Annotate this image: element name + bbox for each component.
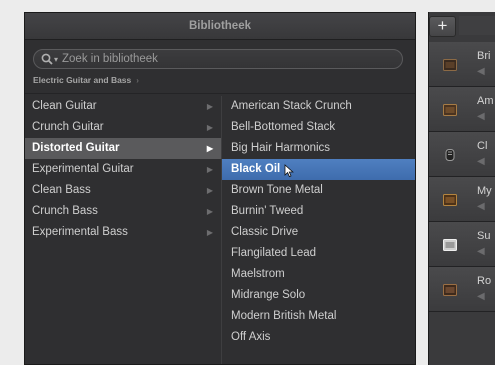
add-track-button[interactable]: +: [429, 16, 456, 37]
patch-item[interactable]: American Stack Crunch: [222, 96, 415, 117]
track-name: My: [477, 185, 492, 197]
tracks-header: [459, 16, 495, 35]
search-field[interactable]: ▾: [33, 49, 403, 69]
patch-item-selected[interactable]: Black Oil: [222, 159, 415, 180]
breadcrumb[interactable]: Electric Guitar and Bass ›: [33, 75, 139, 85]
track-header[interactable]: Su ◀: [429, 222, 495, 267]
search-input[interactable]: [62, 53, 402, 65]
track-controls-icon: ◀: [477, 291, 485, 302]
track-header[interactable]: Am ◀: [429, 87, 495, 132]
category-item[interactable]: Crunch Bass ▶: [25, 201, 221, 222]
chevron-right-icon: ▶: [206, 165, 213, 174]
category-item[interactable]: Experimental Bass ▶: [25, 222, 221, 243]
amp-icon: [443, 239, 457, 251]
patch-item[interactable]: Brown Tone Metal: [222, 180, 415, 201]
patch-item[interactable]: Bell-Bottomed Stack: [222, 117, 415, 138]
track-list: Bri ◀ Am ◀ Cl ◀ My ◀ Su ◀ Ro ◀: [429, 42, 495, 312]
chevron-right-icon: ▶: [206, 228, 213, 237]
track-controls-icon: ◀: [477, 246, 485, 257]
chevron-right-icon: ▶: [206, 102, 213, 111]
amp-icon: [443, 104, 457, 116]
amp-icon: [443, 59, 457, 71]
search-icon: [41, 53, 53, 65]
patch-item[interactable]: Big Hair Harmonics: [222, 138, 415, 159]
track-header[interactable]: Ro ◀: [429, 267, 495, 312]
amp-icon: [443, 284, 457, 296]
mouse-pointer-icon: [284, 164, 294, 178]
category-item[interactable]: Experimental Guitar ▶: [25, 159, 221, 180]
track-name: Am: [477, 95, 494, 107]
track-controls-icon: ◀: [477, 111, 485, 122]
amp-icon: [443, 194, 457, 206]
patch-item[interactable]: Maelstrom: [222, 264, 415, 285]
breadcrumb-label: Electric Guitar and Bass: [33, 75, 132, 85]
chevron-right-icon: ▶: [206, 186, 213, 195]
category-item[interactable]: Crunch Guitar ▶: [25, 117, 221, 138]
patch-item[interactable]: Flangilated Lead: [222, 243, 415, 264]
track-name: Cl: [477, 140, 488, 152]
patch-item[interactable]: Midrange Solo: [222, 285, 415, 306]
patch-item[interactable]: Burnin' Tweed: [222, 201, 415, 222]
patch-item[interactable]: Off Axis: [222, 327, 415, 348]
chevron-right-icon: ▶: [206, 123, 213, 132]
patch-item[interactable]: Classic Drive: [222, 222, 415, 243]
track-controls-icon: ◀: [477, 66, 485, 77]
track-name: Ro: [477, 275, 492, 287]
chevron-right-icon: ▶: [206, 207, 213, 216]
track-header[interactable]: Cl ◀: [429, 132, 495, 177]
track-controls-icon: ◀: [477, 201, 485, 212]
track-name: Bri: [477, 50, 491, 62]
divider: [25, 93, 415, 94]
library-title: Bibliotheek: [25, 13, 415, 40]
track-name: Su: [477, 230, 491, 242]
patch-list: American Stack Crunch Bell-Bottomed Stac…: [221, 96, 415, 364]
patch-item-label: Black Oil: [231, 163, 281, 175]
breadcrumb-chevron-icon: ›: [136, 75, 139, 85]
patch-item[interactable]: Modern British Metal: [222, 306, 415, 327]
category-item[interactable]: Distorted Guitar ▶: [25, 138, 221, 159]
chevron-right-icon: ▶: [206, 144, 213, 153]
search-options-icon[interactable]: ▾: [54, 55, 58, 64]
category-item[interactable]: Clean Bass ▶: [25, 180, 221, 201]
library-panel: Bibliotheek ▾ Electric Guitar and Bass ›…: [24, 12, 416, 365]
track-header[interactable]: Bri ◀: [429, 42, 495, 87]
category-list: Clean Guitar ▶ Crunch Guitar ▶ Distorted G…: [25, 96, 221, 243]
track-header[interactable]: My ◀: [429, 177, 495, 222]
category-item[interactable]: Clean Guitar ▶: [25, 96, 221, 117]
tracks-area: + Bri ◀ Am ◀ Cl ◀ My ◀ Su ◀ Ro ◀: [428, 12, 495, 365]
microphone-icon: [445, 149, 455, 161]
track-controls-icon: ◀: [477, 156, 485, 167]
